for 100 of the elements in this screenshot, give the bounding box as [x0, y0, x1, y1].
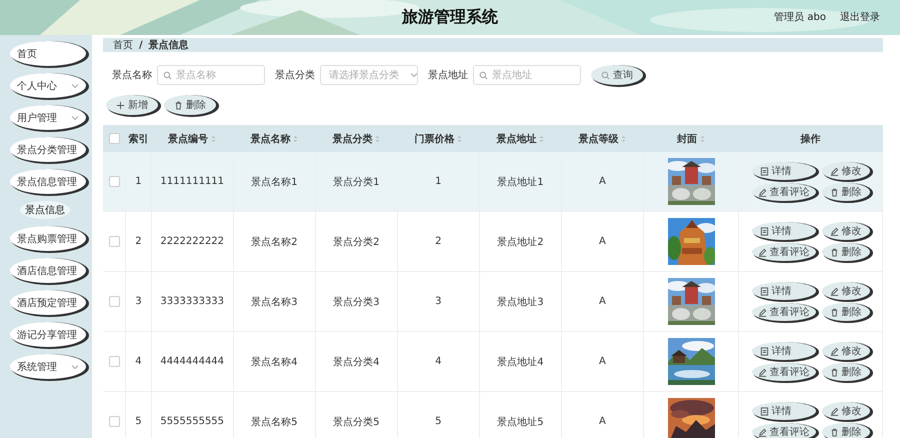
table-cell: 景点名称5 [251, 416, 298, 428]
detail-button[interactable]: 详情 [752, 162, 816, 180]
edit-button[interactable]: 修改 [822, 342, 870, 360]
delete-button[interactable]: 删除 [822, 183, 870, 201]
table-cell: 4 [135, 356, 142, 367]
comments-button[interactable]: 查看评论 [752, 243, 816, 261]
pencil-icon [830, 226, 839, 236]
table-cell: 5 [135, 416, 142, 427]
sort-icon [621, 134, 626, 142]
edit-button[interactable]: 修改 [822, 402, 870, 420]
document-icon [760, 286, 769, 296]
comments-button[interactable]: 查看评论 [752, 423, 816, 438]
table-cell: 景点地址2 [497, 236, 544, 248]
trash-icon [174, 100, 183, 110]
sort-icon [539, 134, 544, 142]
sidebar-item[interactable]: 首页 [10, 41, 86, 66]
table-cell: 2 [135, 236, 142, 247]
search-field[interactable]: 景点地址 [473, 65, 581, 85]
comments-button[interactable]: 查看评论 [752, 363, 816, 381]
edit-button[interactable]: 修改 [822, 282, 870, 300]
row-checkbox[interactable] [108, 236, 120, 247]
row-checkbox[interactable] [108, 416, 120, 427]
table-cell: A [599, 296, 606, 307]
document-icon [760, 226, 769, 236]
delete-button[interactable]: 删除 [822, 423, 870, 438]
search-button[interactable]: 查询 [591, 65, 643, 85]
table-cell: A [599, 416, 606, 427]
field-label: 景点名称 [112, 68, 152, 82]
chevron-down-icon [71, 82, 79, 88]
document-icon [760, 166, 769, 176]
app-title: 旅游管理系统 [402, 7, 498, 28]
table-cell: 景点分类5 [333, 416, 380, 428]
delete-button[interactable]: 删除 [822, 363, 870, 381]
detail-button[interactable]: 详情 [752, 402, 816, 420]
comments-button[interactable]: 查看评论 [752, 183, 816, 201]
search-field[interactable]: 景点名称 [157, 65, 265, 85]
select-all-checkbox[interactable] [108, 132, 120, 144]
delete-button[interactable]: 删除 [164, 95, 216, 115]
table-cell: 1 [435, 176, 442, 187]
trash-icon [830, 188, 839, 196]
document-icon [760, 346, 769, 356]
pencil-icon [830, 286, 839, 296]
table-cell: 景点地址4 [497, 356, 544, 368]
table-cell: 景点地址3 [497, 296, 544, 308]
column-header[interactable]: 封面 [677, 132, 706, 146]
table-cell: 3333333333 [160, 296, 224, 307]
sidebar-item[interactable]: 酒店信息管理 [10, 258, 86, 283]
pencil-icon [758, 368, 767, 376]
table-cell: 景点名称2 [251, 236, 298, 248]
row-checkbox[interactable] [108, 296, 120, 307]
table-cell: 景点分类4 [333, 356, 380, 368]
table-cell: 景点名称3 [251, 296, 298, 308]
sidebar-item[interactable]: 个人中心 [10, 73, 86, 98]
sidebar-item[interactable]: 酒店预定管理 [10, 290, 86, 315]
sidebar-subitem[interactable]: 景点信息 [20, 201, 70, 219]
row-checkbox[interactable] [108, 176, 120, 187]
plus-icon [116, 100, 125, 110]
select-field[interactable]: 请选择景点分类 [320, 65, 418, 85]
table-cell: A [599, 356, 606, 367]
column-header: 操作 [800, 132, 821, 146]
logout-link[interactable]: 退出登录 [840, 10, 880, 24]
edit-button[interactable]: 修改 [822, 162, 870, 180]
delete-button[interactable]: 删除 [822, 243, 870, 261]
detail-button[interactable]: 详情 [752, 342, 816, 360]
table-cell: 5555555555 [160, 416, 224, 427]
sort-icon [457, 134, 462, 142]
detail-button[interactable]: 详情 [752, 282, 816, 300]
field-label: 景点地址 [428, 68, 468, 82]
sidebar-item[interactable]: 景点购票管理 [10, 226, 86, 251]
search-icon [479, 71, 488, 80]
table-cell: 4 [435, 356, 442, 367]
table-cell: 景点分类1 [333, 176, 380, 188]
sort-icon [293, 134, 298, 142]
comments-button[interactable]: 查看评论 [752, 303, 816, 321]
sidebar-item[interactable]: 景点信息管理 [10, 169, 86, 194]
sort-icon [211, 134, 216, 142]
add-button[interactable]: 新增 [106, 95, 158, 115]
sidebar-item[interactable]: 系统管理 [10, 354, 86, 379]
row-checkbox[interactable] [108, 356, 120, 367]
sidebar-item[interactable]: 用户管理 [10, 105, 86, 130]
pencil-icon [758, 248, 767, 256]
table-cell: 5 [435, 416, 442, 427]
pencil-icon [830, 406, 839, 416]
breadcrumb-separator: / [139, 40, 143, 50]
trash-icon [830, 308, 839, 316]
table-cell: 景点分类3 [333, 296, 380, 308]
table-cell: 景点名称4 [251, 356, 298, 368]
delete-button[interactable]: 删除 [822, 303, 870, 321]
column-header: 索引 [128, 132, 148, 146]
edit-button[interactable]: 修改 [822, 222, 870, 240]
sidebar-item[interactable]: 景点分类管理 [10, 137, 86, 162]
breadcrumb-link[interactable]: 首页 [113, 38, 133, 52]
breadcrumb-link[interactable]: 景点信息 [148, 38, 189, 52]
trash-icon [830, 368, 839, 376]
sidebar-item[interactable]: 游记分享管理 [10, 322, 86, 347]
table-cell: 2 [435, 236, 442, 247]
field-label: 景点分类 [275, 68, 315, 82]
detail-button[interactable]: 详情 [752, 222, 816, 240]
trash-icon [830, 248, 839, 256]
sort-icon [700, 134, 706, 142]
